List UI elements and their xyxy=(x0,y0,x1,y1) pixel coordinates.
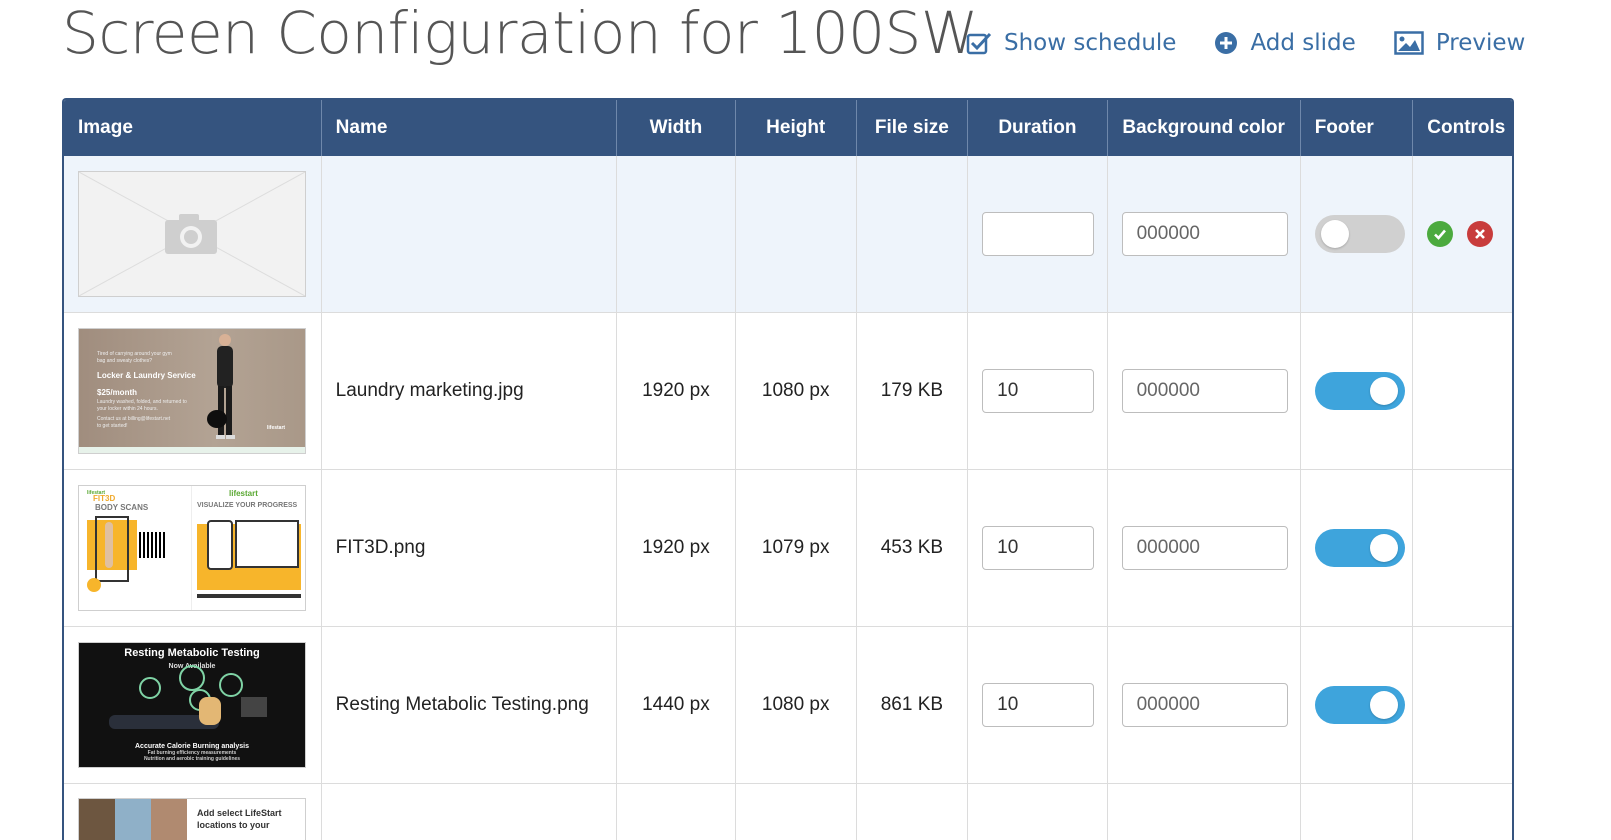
close-icon xyxy=(1472,226,1488,242)
width-cell xyxy=(617,784,736,840)
header-width[interactable]: Width xyxy=(617,100,736,156)
name-cell xyxy=(321,156,616,313)
background-color-input[interactable] xyxy=(1122,369,1288,413)
width-cell: 1920 px xyxy=(617,470,736,627)
toggle-knob xyxy=(1321,220,1349,248)
name-cell xyxy=(321,784,616,840)
controls-cell xyxy=(1413,313,1512,470)
duration-input[interactable] xyxy=(982,212,1094,256)
header-background-color[interactable]: Background color xyxy=(1107,100,1300,156)
background-color-cell xyxy=(1107,627,1300,784)
image-cell: Tired of carrying around your gymbag and… xyxy=(64,313,321,470)
table-row: Tired of carrying around your gymbag and… xyxy=(64,313,1512,470)
height-cell: 1080 px xyxy=(735,313,856,470)
name-cell: Resting Metabolic Testing.png xyxy=(321,627,616,784)
toggle-knob xyxy=(1370,691,1398,719)
height-cell xyxy=(735,156,856,313)
slide-thumbnail[interactable]: Tired of carrying around your gymbag and… xyxy=(78,328,306,454)
name-cell: FIT3D.png xyxy=(321,470,616,627)
table-row: Add select LifeStartlocations to your xyxy=(64,784,1512,840)
duration-cell xyxy=(968,784,1107,840)
image-cell xyxy=(64,156,321,313)
controls-cell xyxy=(1413,784,1512,840)
preview-label: Preview xyxy=(1436,30,1526,56)
file-size-cell xyxy=(856,784,968,840)
table-row: lifestart FIT3D BODY SCANS lifestart VIS… xyxy=(64,470,1512,627)
duration-input[interactable] xyxy=(982,683,1094,727)
toggle-knob xyxy=(1370,377,1398,405)
duration-cell xyxy=(968,627,1107,784)
background-color-cell xyxy=(1107,470,1300,627)
background-color-cell xyxy=(1107,313,1300,470)
footer-cell xyxy=(1300,313,1413,470)
toggle-knob xyxy=(1370,534,1398,562)
duration-cell xyxy=(968,470,1107,627)
header-footer[interactable]: Footer xyxy=(1300,100,1413,156)
footer-toggle[interactable] xyxy=(1315,529,1405,567)
footer-toggle[interactable] xyxy=(1315,686,1405,724)
cancel-button[interactable] xyxy=(1467,221,1493,247)
add-slide-label: Add slide xyxy=(1250,30,1355,56)
add-slide-button[interactable]: Add slide xyxy=(1214,30,1355,56)
file-size-cell: 453 KB xyxy=(856,470,968,627)
camera-icon xyxy=(79,172,305,296)
header-controls: Controls xyxy=(1413,100,1512,156)
confirm-button[interactable] xyxy=(1427,221,1453,247)
footer-toggle[interactable] xyxy=(1315,372,1405,410)
check-icon xyxy=(1432,226,1448,242)
image-cell: Resting Metabolic Testing Now Available … xyxy=(64,627,321,784)
table-header-row: Image Name Width Height File size Durati… xyxy=(64,100,1512,156)
controls-cell xyxy=(1413,627,1512,784)
person-figure xyxy=(205,331,245,451)
slides-table: Image Name Width Height File size Durati… xyxy=(62,98,1514,840)
controls-cell xyxy=(1413,156,1512,313)
name-cell: Laundry marketing.jpg xyxy=(321,313,616,470)
header-image[interactable]: Image xyxy=(64,100,321,156)
duration-input[interactable] xyxy=(982,369,1094,413)
page-title: Screen Configuration for 100SW xyxy=(62,0,978,66)
background-color-cell xyxy=(1107,784,1300,840)
new-slide-row xyxy=(64,156,1512,313)
controls-cell xyxy=(1413,470,1512,627)
slide-thumbnail[interactable]: Resting Metabolic Testing Now Available … xyxy=(78,642,306,768)
width-cell: 1920 px xyxy=(617,313,736,470)
header-name[interactable]: Name xyxy=(321,100,616,156)
toolbar: Show schedule Add slide Preview xyxy=(966,30,1525,56)
height-cell: 1079 px xyxy=(735,470,856,627)
duration-cell xyxy=(968,313,1107,470)
file-size-cell: 179 KB xyxy=(856,313,968,470)
background-color-cell xyxy=(1107,156,1300,313)
height-cell: 1080 px xyxy=(735,627,856,784)
image-cell: lifestart FIT3D BODY SCANS lifestart VIS… xyxy=(64,470,321,627)
checkbox-icon xyxy=(966,31,992,55)
image-cell: Add select LifeStartlocations to your xyxy=(64,784,321,840)
table-row: Resting Metabolic Testing Now Available … xyxy=(64,627,1512,784)
picture-icon xyxy=(1394,31,1424,55)
image-placeholder[interactable] xyxy=(78,171,306,297)
slide-thumbnail[interactable]: Add select LifeStartlocations to your xyxy=(78,798,306,840)
footer-cell xyxy=(1300,627,1413,784)
footer-cell xyxy=(1300,156,1413,313)
slide-thumbnail[interactable]: lifestart FIT3D BODY SCANS lifestart VIS… xyxy=(78,485,306,611)
plus-circle-icon xyxy=(1214,31,1238,55)
footer-cell xyxy=(1300,784,1413,840)
file-size-cell: 861 KB xyxy=(856,627,968,784)
height-cell xyxy=(735,784,856,840)
file-size-cell xyxy=(856,156,968,313)
preview-button[interactable]: Preview xyxy=(1394,30,1526,56)
header-file-size[interactable]: File size xyxy=(856,100,968,156)
footer-toggle[interactable] xyxy=(1315,215,1405,253)
duration-input[interactable] xyxy=(982,526,1094,570)
width-cell: 1440 px xyxy=(617,627,736,784)
width-cell xyxy=(617,156,736,313)
background-color-input[interactable] xyxy=(1122,212,1288,256)
duration-cell xyxy=(968,156,1107,313)
show-schedule-label: Show schedule xyxy=(1004,30,1176,56)
background-color-input[interactable] xyxy=(1122,683,1288,727)
show-schedule-button[interactable]: Show schedule xyxy=(966,30,1176,56)
footer-cell xyxy=(1300,470,1413,627)
header-height[interactable]: Height xyxy=(735,100,856,156)
background-color-input[interactable] xyxy=(1122,526,1288,570)
header-duration[interactable]: Duration xyxy=(968,100,1107,156)
